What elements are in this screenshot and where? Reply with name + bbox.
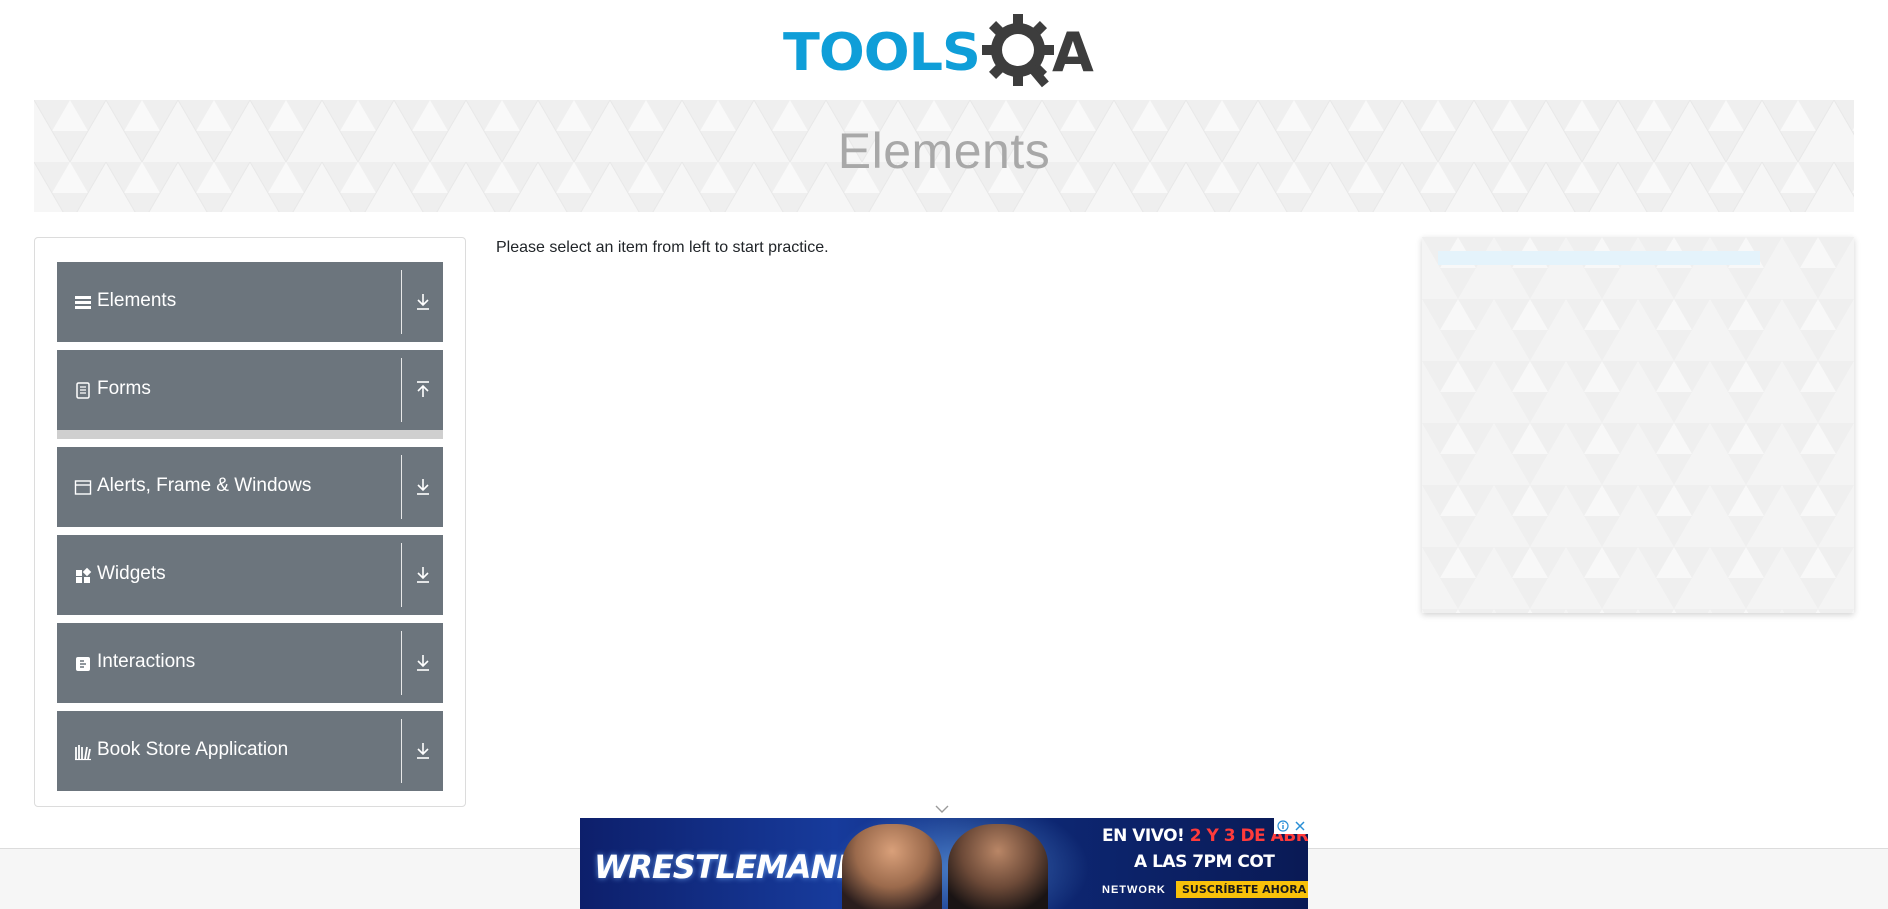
menu-group-interactions[interactable]: Interactions	[57, 623, 443, 703]
ad-network: NETWORK	[1102, 884, 1166, 896]
widgets-icon	[76, 567, 92, 583]
left-menu-panel: Elements Forms Alerts, Frame & Windows W…	[34, 237, 466, 807]
ad-subscribe-button[interactable]: SUSCRÍBETE AHORA	[1176, 881, 1308, 898]
ad-wrestler-image	[948, 824, 1048, 909]
logo-suffix: A	[1051, 21, 1094, 84]
close-icon[interactable]	[1294, 820, 1306, 832]
divider	[401, 719, 402, 783]
list-icon	[75, 296, 91, 309]
books-icon	[75, 745, 91, 761]
page-banner: Elements	[34, 100, 1854, 212]
bottom-banner-ad[interactable]: WRESTLEMANIA EN VIVO! 2 Y 3 DE ABRIL A L…	[580, 818, 1308, 909]
menu-group-alerts-frame-windows[interactable]: Alerts, Frame & Windows	[57, 447, 443, 527]
gear-magnifier-icon	[981, 14, 1054, 88]
ad-headline-prefix: EN VIVO!	[1102, 826, 1185, 846]
ad-pattern	[1422, 237, 1854, 613]
interaction-icon	[76, 657, 90, 671]
ad-choices[interactable]	[1274, 818, 1308, 834]
logo-text: TOOLS	[783, 22, 981, 83]
expand-icon[interactable]	[409, 737, 437, 765]
side-ad-placeholder	[1422, 237, 1854, 613]
chevron-down-icon[interactable]	[934, 803, 950, 815]
menu-group-widgets[interactable]: Widgets	[57, 535, 443, 615]
ad-loading-bar	[1438, 251, 1760, 265]
document-icon	[76, 382, 90, 399]
divider	[401, 631, 402, 695]
toolsqa-logo[interactable]: TOOLS A	[783, 14, 1108, 92]
ad-brand: WRESTLEMANIA	[594, 848, 872, 886]
menu-group-label: Widgets	[97, 563, 166, 584]
menu-group-forms[interactable]: Forms	[57, 350, 443, 430]
page-title: Elements	[837, 123, 1051, 179]
expand-icon[interactable]	[409, 561, 437, 589]
divider	[401, 455, 402, 519]
menu-group-label: Alerts, Frame & Windows	[97, 475, 312, 496]
divider	[401, 358, 402, 422]
expand-icon[interactable]	[409, 473, 437, 501]
divider	[401, 270, 402, 334]
menu-group-label: Interactions	[97, 651, 196, 672]
collapse-icon[interactable]	[409, 376, 437, 404]
divider	[401, 543, 402, 607]
menu-group-book-store-application[interactable]: Book Store Application	[57, 711, 443, 791]
menu-group-label: Forms	[97, 378, 151, 399]
menu-group-label: Book Store Application	[97, 739, 289, 760]
ad-wrestler-image	[842, 824, 942, 909]
menu-group-label: Elements	[97, 290, 177, 311]
ad-time: A LAS 7PM COT	[1134, 852, 1275, 872]
window-icon	[74, 480, 92, 495]
instruction-message: Please select an item from left to start…	[496, 239, 829, 256]
expand-icon[interactable]	[409, 649, 437, 677]
expand-icon[interactable]	[409, 288, 437, 316]
forms-submenu-collapsed-list	[57, 430, 443, 439]
info-icon[interactable]	[1276, 820, 1289, 832]
menu-group-elements[interactable]: Elements	[57, 262, 443, 342]
